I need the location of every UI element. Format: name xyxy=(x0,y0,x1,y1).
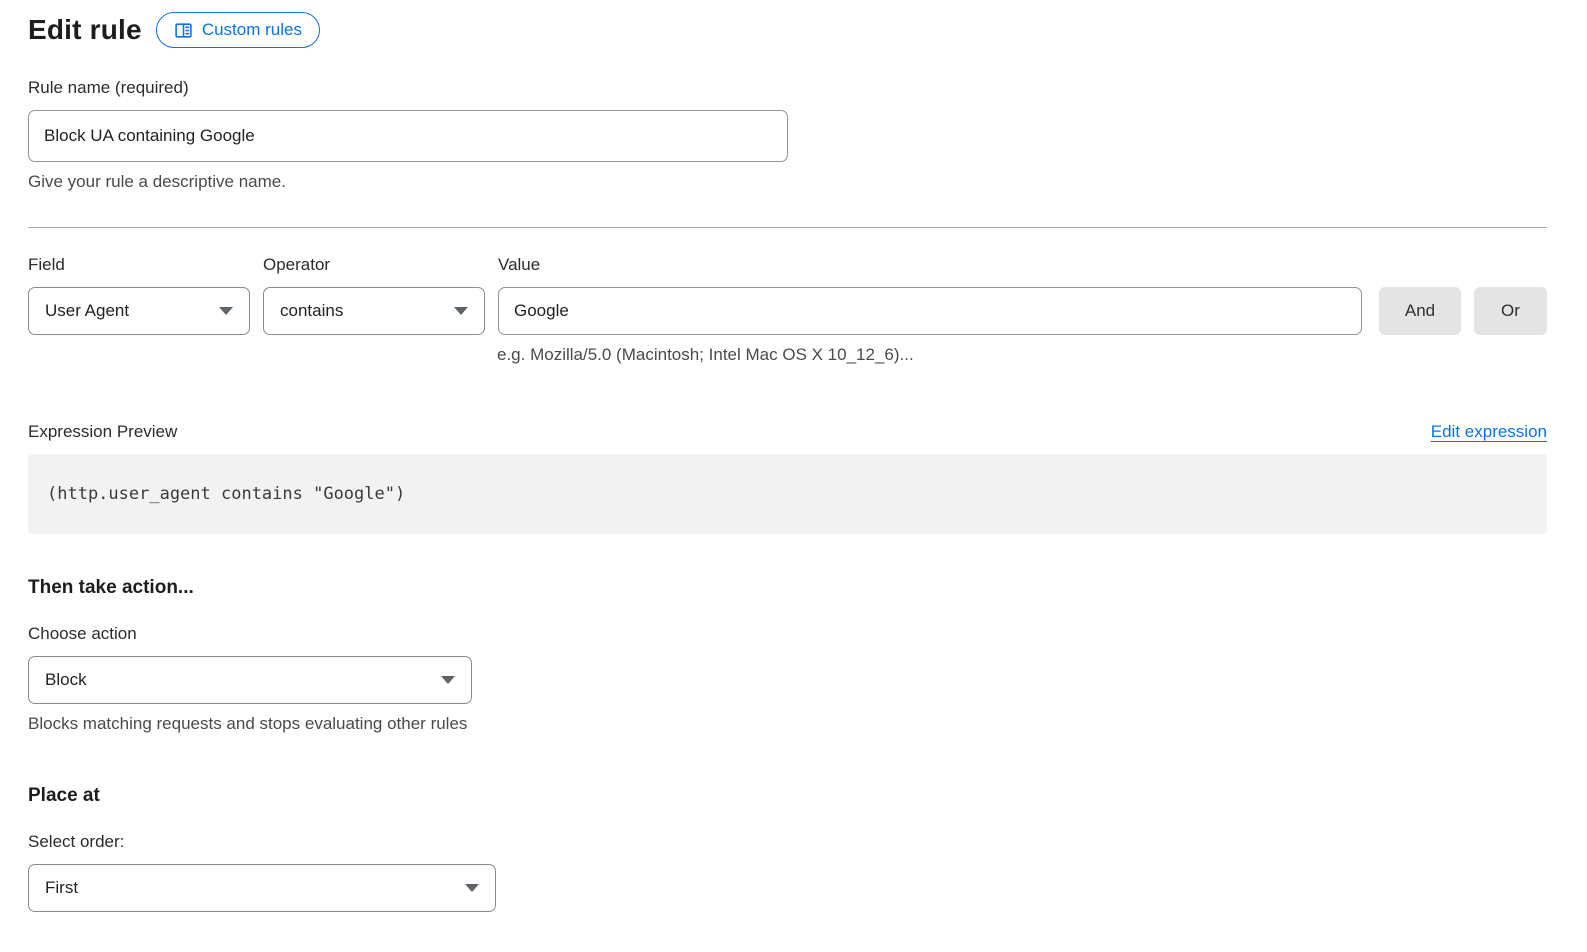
expression-code-box: (http.user_agent contains "Google") xyxy=(28,454,1547,534)
expression-preview-label: Expression Preview xyxy=(28,422,177,442)
value-input[interactable] xyxy=(498,287,1362,335)
chevron-down-icon xyxy=(465,884,479,892)
chevron-down-icon xyxy=(454,307,468,315)
edit-expression-link[interactable]: Edit expression xyxy=(1431,422,1547,442)
choose-action-label: Choose action xyxy=(28,624,1547,644)
chevron-down-icon xyxy=(219,307,233,315)
section-divider xyxy=(28,227,1547,228)
order-select[interactable]: First xyxy=(28,864,496,912)
select-order-label: Select order: xyxy=(28,832,1547,852)
book-icon xyxy=(174,21,193,40)
or-button[interactable]: Or xyxy=(1474,287,1547,335)
order-select-value: First xyxy=(45,878,78,898)
rule-name-label: Rule name (required) xyxy=(28,78,788,98)
action-select-value: Block xyxy=(45,670,87,690)
value-label: Value xyxy=(498,255,1362,275)
operator-select[interactable]: contains xyxy=(263,287,485,335)
custom-rules-button-label: Custom rules xyxy=(202,20,302,40)
page-header: Edit rule Custom rules xyxy=(28,12,1547,48)
field-label: Field xyxy=(28,255,250,275)
expression-code: (http.user_agent contains "Google") xyxy=(47,484,405,504)
condition-builder: Field User Agent Operator contains Value… xyxy=(28,255,1547,365)
field-select[interactable]: User Agent xyxy=(28,287,250,335)
expression-header: Expression Preview Edit expression xyxy=(28,422,1547,442)
and-button[interactable]: And xyxy=(1379,287,1461,335)
place-at-heading: Place at xyxy=(28,785,1547,807)
edit-rule-page: Edit rule Custom rules Rule name (requir… xyxy=(0,0,1587,952)
rule-name-input[interactable] xyxy=(28,110,788,162)
field-select-value: User Agent xyxy=(45,301,129,321)
custom-rules-button[interactable]: Custom rules xyxy=(156,12,320,48)
chevron-down-icon xyxy=(441,676,455,684)
rule-name-section: Rule name (required) Give your rule a de… xyxy=(28,78,788,192)
action-select[interactable]: Block xyxy=(28,656,472,704)
value-help: e.g. Mozilla/5.0 (Macintosh; Intel Mac O… xyxy=(497,345,1547,365)
action-heading: Then take action... xyxy=(28,577,1547,599)
operator-select-value: contains xyxy=(280,301,343,321)
page-title: Edit rule xyxy=(28,14,142,46)
operator-label: Operator xyxy=(263,255,485,275)
rule-name-help: Give your rule a descriptive name. xyxy=(28,172,788,192)
action-help: Blocks matching requests and stops evalu… xyxy=(28,714,1547,734)
